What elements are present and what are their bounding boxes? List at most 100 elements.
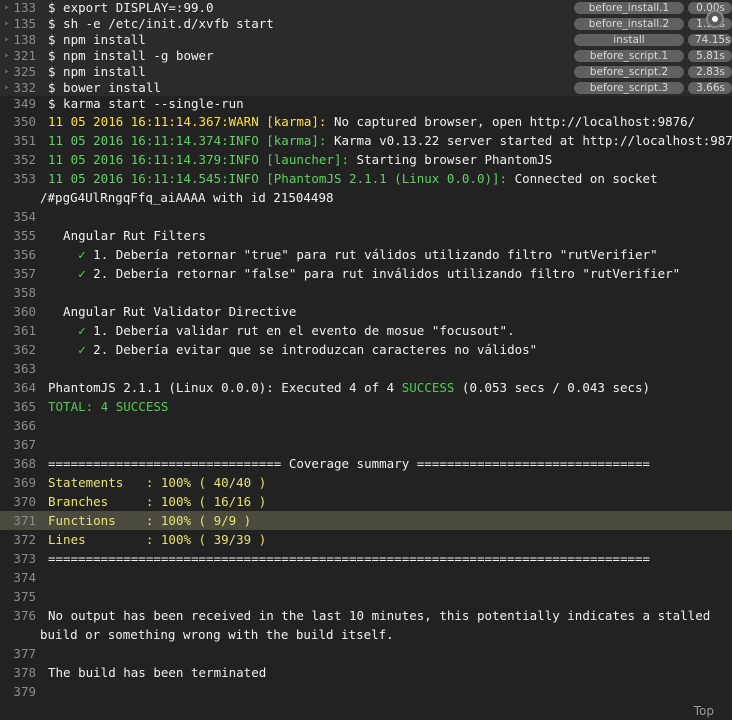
auto-scroll-toggle[interactable] bbox=[706, 10, 724, 28]
line-text: 11 05 2016 16:11:14.545:INFO [PhantomJS … bbox=[48, 169, 732, 188]
line-text: The build has been terminated bbox=[48, 663, 732, 682]
fold-label-badge: before_script.2 bbox=[574, 66, 684, 78]
log-line: 378 The build has been terminated bbox=[0, 663, 732, 682]
fold-arrow-icon[interactable]: ▸ bbox=[4, 48, 10, 64]
line-text bbox=[48, 644, 732, 663]
line-number[interactable]: 356 bbox=[0, 245, 48, 264]
total-success: TOTAL: 4 SUCCESS bbox=[48, 399, 169, 414]
line-text: Functions : 100% ( 9/9 ) bbox=[48, 511, 732, 530]
coverage-title: Coverage summary bbox=[288, 456, 410, 471]
coverage-label: Functions bbox=[48, 513, 124, 528]
fold-time-badge: 74.15s bbox=[688, 34, 732, 46]
line-number[interactable]: 360 bbox=[0, 302, 48, 321]
line-text: =============================== Coverage… bbox=[48, 454, 732, 473]
log-timestamp: 11 05 2016 16:11:14.379:INFO [launcher]: bbox=[48, 152, 350, 167]
line-text: build or something wrong with the build … bbox=[40, 627, 394, 642]
line-text: No output has been received in the last … bbox=[48, 606, 732, 625]
line-number[interactable]: 354 bbox=[0, 207, 48, 226]
log-line-continuation: build or something wrong with the build … bbox=[0, 625, 732, 644]
log-message: Karma v0.13.22 server started at http://… bbox=[326, 133, 732, 148]
line-number[interactable]: 353 bbox=[0, 169, 48, 188]
test-suite-title: Angular Rut Validator Directive bbox=[48, 304, 297, 319]
line-number[interactable]: 352 bbox=[0, 150, 48, 169]
line-number[interactable]: 377 bbox=[0, 644, 48, 663]
fold-line[interactable]: ▸ 135 $ sh -e /etc/init.d/xvfb start before… bbox=[0, 16, 732, 32]
line-number[interactable]: 367 bbox=[0, 435, 48, 454]
line-number[interactable]: 358 bbox=[0, 283, 48, 302]
fold-line[interactable]: ▸ 332 $ bower install before_script.3 3.66s bbox=[0, 80, 732, 96]
line-text bbox=[48, 435, 732, 454]
line-number[interactable]: 363 bbox=[0, 359, 48, 378]
line-text bbox=[48, 416, 732, 435]
log-line: 375 bbox=[0, 587, 732, 606]
line-number[interactable]: 372 bbox=[0, 530, 48, 549]
log-line: 367 bbox=[0, 435, 732, 454]
test-result: 1. Debería validar rut en el evento de m… bbox=[85, 323, 515, 338]
coverage-value: : 100% ( 39/39 ) bbox=[123, 532, 267, 547]
log-line: 352 11 05 2016 16:11:14.379:INFO [launche… bbox=[0, 150, 732, 169]
log-line-continuation: /#pgG4UlRngqFfq_aiAAAA with id 21504498 bbox=[0, 188, 732, 207]
log-line: 374 bbox=[0, 568, 732, 587]
fold-arrow-icon[interactable]: ▸ bbox=[4, 80, 10, 96]
line-number[interactable]: 350 bbox=[0, 112, 48, 131]
line-number[interactable]: 355 bbox=[0, 226, 48, 245]
line-number[interactable]: 362 bbox=[0, 340, 48, 359]
fold-line[interactable]: ▸ 133 $ export DISPLAY=:99.0 before_install… bbox=[0, 0, 732, 16]
line-number[interactable]: 357 bbox=[0, 264, 48, 283]
line-number[interactable]: 364 bbox=[0, 378, 48, 397]
line-number[interactable]: 379 bbox=[0, 682, 48, 701]
fold-label-badge: before_install.2 bbox=[574, 18, 684, 30]
line-number[interactable]: 375 bbox=[0, 587, 48, 606]
line-number[interactable]: 368 bbox=[0, 454, 48, 473]
coverage-label: Statements bbox=[48, 475, 124, 490]
line-text: ✓ 2. Debería evitar que se introduzcan c… bbox=[48, 340, 732, 359]
fold-arrow-icon[interactable]: ▸ bbox=[4, 32, 10, 48]
line-text: ✓ 2. Debería retornar "false" para rut i… bbox=[48, 264, 732, 283]
fold-line[interactable]: ▸ 325 $ npm install before_script.2 2.83s bbox=[0, 64, 732, 80]
log-line: 357 ✓ 2. Debería retornar "false" para r… bbox=[0, 264, 732, 283]
line-number[interactable]: 361 bbox=[0, 321, 48, 340]
coverage-divider: =============================== bbox=[409, 456, 651, 471]
log-line: 368 =============================== Cover… bbox=[0, 454, 732, 473]
line-number[interactable]: 378 bbox=[0, 663, 48, 682]
line-text: PhantomJS 2.1.1 (Linux 0.0.0): Executed … bbox=[48, 378, 732, 397]
line-number[interactable]: 370 bbox=[0, 492, 48, 511]
fold-arrow-icon[interactable]: ▸ bbox=[4, 64, 10, 80]
line-number[interactable]: 365 bbox=[0, 397, 48, 416]
line-text: Statements : 100% ( 40/40 ) bbox=[48, 473, 732, 492]
line-text bbox=[48, 359, 732, 378]
fold-label-badge: install bbox=[574, 34, 684, 46]
fold-badges: before_script.1 5.81s bbox=[570, 48, 732, 64]
fold-badges: before_script.3 3.66s bbox=[570, 80, 732, 96]
line-text: 11 05 2016 16:11:14.374:INFO [karma]: Ka… bbox=[48, 131, 732, 150]
check-icon: ✓ bbox=[48, 266, 86, 281]
line-number[interactable]: 366 bbox=[0, 416, 48, 435]
coverage-value: : 100% ( 9/9 ) bbox=[123, 513, 252, 528]
line-text: ========================================… bbox=[48, 549, 732, 568]
line-number[interactable]: 373 bbox=[0, 549, 48, 568]
top-link[interactable]: Top bbox=[694, 704, 714, 718]
line-number[interactable]: 374 bbox=[0, 568, 48, 587]
line-number[interactable]: 371 bbox=[0, 511, 48, 530]
line-number[interactable]: 376 bbox=[0, 606, 48, 625]
fold-arrow-icon[interactable]: ▸ bbox=[4, 16, 10, 32]
fold-arrow-icon[interactable]: ▸ bbox=[4, 0, 10, 16]
line-text: ✓ 1. Debería retornar "true" para rut vá… bbox=[48, 245, 732, 264]
line-text bbox=[48, 587, 732, 606]
log-line: 349 $ karma start --single-run bbox=[0, 96, 732, 112]
fold-line[interactable]: ▸ 138 $ npm install install 74.15s bbox=[0, 32, 732, 48]
coverage-value: : 100% ( 40/40 ) bbox=[123, 475, 267, 490]
log-timestamp: 11 05 2016 16:11:14.374:INFO [karma]: bbox=[48, 133, 327, 148]
line-number[interactable]: 351 bbox=[0, 131, 48, 150]
fold-time-badge: 5.81s bbox=[688, 50, 732, 62]
test-result: 2. Debería evitar que se introduzcan car… bbox=[85, 342, 538, 357]
line-text: Angular Rut Filters bbox=[48, 226, 732, 245]
line-number[interactable]: 349 bbox=[0, 96, 48, 112]
test-result: 2. Debería retornar "false" para rut inv… bbox=[85, 266, 681, 281]
coverage-label: Branches bbox=[48, 494, 124, 509]
log-line: 365 TOTAL: 4 SUCCESS bbox=[0, 397, 732, 416]
summary-text: (0.053 secs / 0.043 secs) bbox=[454, 380, 651, 395]
line-number[interactable]: 369 bbox=[0, 473, 48, 492]
terminated-message: The build has been terminated bbox=[48, 665, 267, 680]
fold-line[interactable]: ▸ 321 $ npm install -g bower before_script.… bbox=[0, 48, 732, 64]
